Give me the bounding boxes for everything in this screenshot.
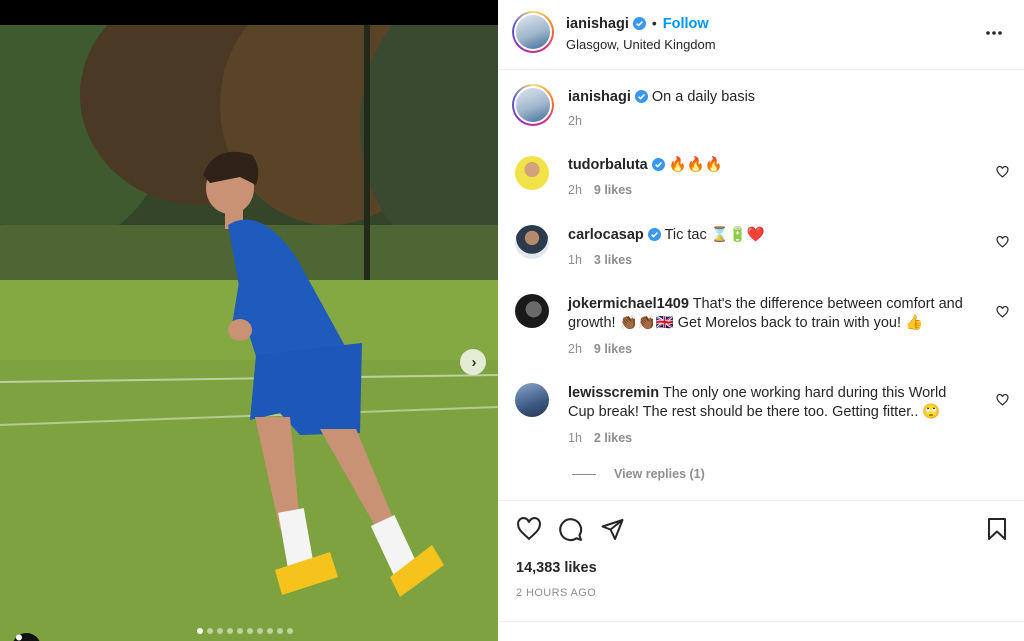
ellipsis-icon xyxy=(986,31,1002,35)
caption-username[interactable]: ianishagi xyxy=(568,89,631,105)
comment-avatar[interactable] xyxy=(515,225,549,259)
like-comment-button[interactable] xyxy=(996,235,1009,253)
caption-text: On a daily basis xyxy=(651,89,756,105)
comment-likes[interactable]: 9 likes xyxy=(594,183,632,197)
share-button[interactable] xyxy=(600,517,625,546)
comment-bubble-icon xyxy=(559,518,583,542)
comment-likes[interactable]: 9 likes xyxy=(594,342,632,356)
carousel-dot xyxy=(277,628,283,634)
paper-plane-icon xyxy=(601,519,624,540)
comment-time[interactable]: 1h xyxy=(568,431,582,445)
carousel-dot xyxy=(257,628,263,634)
carousel-dot xyxy=(287,628,293,634)
comment-button[interactable] xyxy=(558,517,583,547)
carousel-dot xyxy=(207,628,213,634)
heart-icon xyxy=(996,235,1009,248)
view-replies-button[interactable]: View replies (1) xyxy=(572,467,705,481)
author-username[interactable]: ianishagi xyxy=(566,16,629,32)
comment-time[interactable]: 2h xyxy=(568,183,582,197)
training-photo-illustration xyxy=(0,25,498,641)
carousel-dot xyxy=(247,628,253,634)
comment-text: 🔥🔥🔥 xyxy=(668,157,723,173)
chevron-right-icon: › xyxy=(471,353,477,371)
post-side-panel: ianishagi • Follow Glasgow, United Kingdom… xyxy=(498,0,1024,641)
like-comment-button[interactable] xyxy=(996,305,1009,323)
post-header: ianishagi • Follow Glasgow, United Kingdom xyxy=(498,0,1024,70)
comment-username[interactable]: tudorbaluta xyxy=(568,157,648,173)
bookmark-icon xyxy=(988,518,1006,540)
carousel-dot xyxy=(197,628,203,634)
comment-time[interactable]: 2h xyxy=(568,342,582,356)
follow-button[interactable]: Follow xyxy=(663,16,709,32)
verified-badge-icon xyxy=(651,158,665,177)
post-time-ago[interactable]: 2 HOURS AGO xyxy=(516,587,596,599)
user-icon xyxy=(16,634,22,641)
replies-divider xyxy=(572,473,596,475)
comment-username[interactable]: jokermichael1409 xyxy=(568,296,689,312)
caption-avatar[interactable] xyxy=(512,84,554,126)
author-avatar[interactable] xyxy=(512,11,554,53)
comment-avatar[interactable] xyxy=(515,383,549,417)
heart-icon xyxy=(996,305,1009,318)
photo-top-bar xyxy=(0,0,498,25)
view-replies-label: View replies (1) xyxy=(614,467,705,481)
post-photo[interactable]: › xyxy=(0,25,498,641)
comment-likes[interactable]: 3 likes xyxy=(594,253,632,267)
next-slide-button[interactable]: › xyxy=(460,349,486,375)
heart-icon xyxy=(996,165,1009,178)
carousel-dot xyxy=(217,628,223,634)
like-button[interactable] xyxy=(516,517,542,546)
more-options-button[interactable] xyxy=(985,22,1003,47)
post-actions: 14,383 likes 2 HOURS AGO xyxy=(498,500,1024,620)
like-comment-button[interactable] xyxy=(996,165,1009,183)
verified-badge-icon xyxy=(632,17,646,35)
comment-likes[interactable]: 2 likes xyxy=(594,431,632,445)
carousel-dot xyxy=(267,628,273,634)
heart-icon xyxy=(517,517,541,541)
carousel-dot xyxy=(227,628,233,634)
carousel-dot xyxy=(237,628,243,634)
likes-count[interactable]: 14,383 likes xyxy=(516,560,597,576)
caption-time[interactable]: 2h xyxy=(568,114,582,128)
comment-username[interactable]: carlocasap xyxy=(568,227,644,243)
heart-icon xyxy=(996,393,1009,406)
comment-avatar[interactable] xyxy=(515,156,549,190)
post-location[interactable]: Glasgow, United Kingdom xyxy=(566,37,716,52)
panel-divider xyxy=(498,621,1024,622)
verified-badge-icon xyxy=(634,90,648,109)
save-button[interactable] xyxy=(986,517,1008,546)
comment-time[interactable]: 1h xyxy=(568,253,582,267)
separator-dot: • xyxy=(651,15,657,31)
comment-username[interactable]: lewisscremin xyxy=(568,385,659,401)
carousel-dots xyxy=(197,628,293,634)
verified-badge-icon xyxy=(647,228,661,247)
comment-avatar[interactable] xyxy=(515,294,549,328)
like-comment-button[interactable] xyxy=(996,393,1009,411)
comment-text: Tic tac ⌛🔋❤️ xyxy=(664,227,765,243)
